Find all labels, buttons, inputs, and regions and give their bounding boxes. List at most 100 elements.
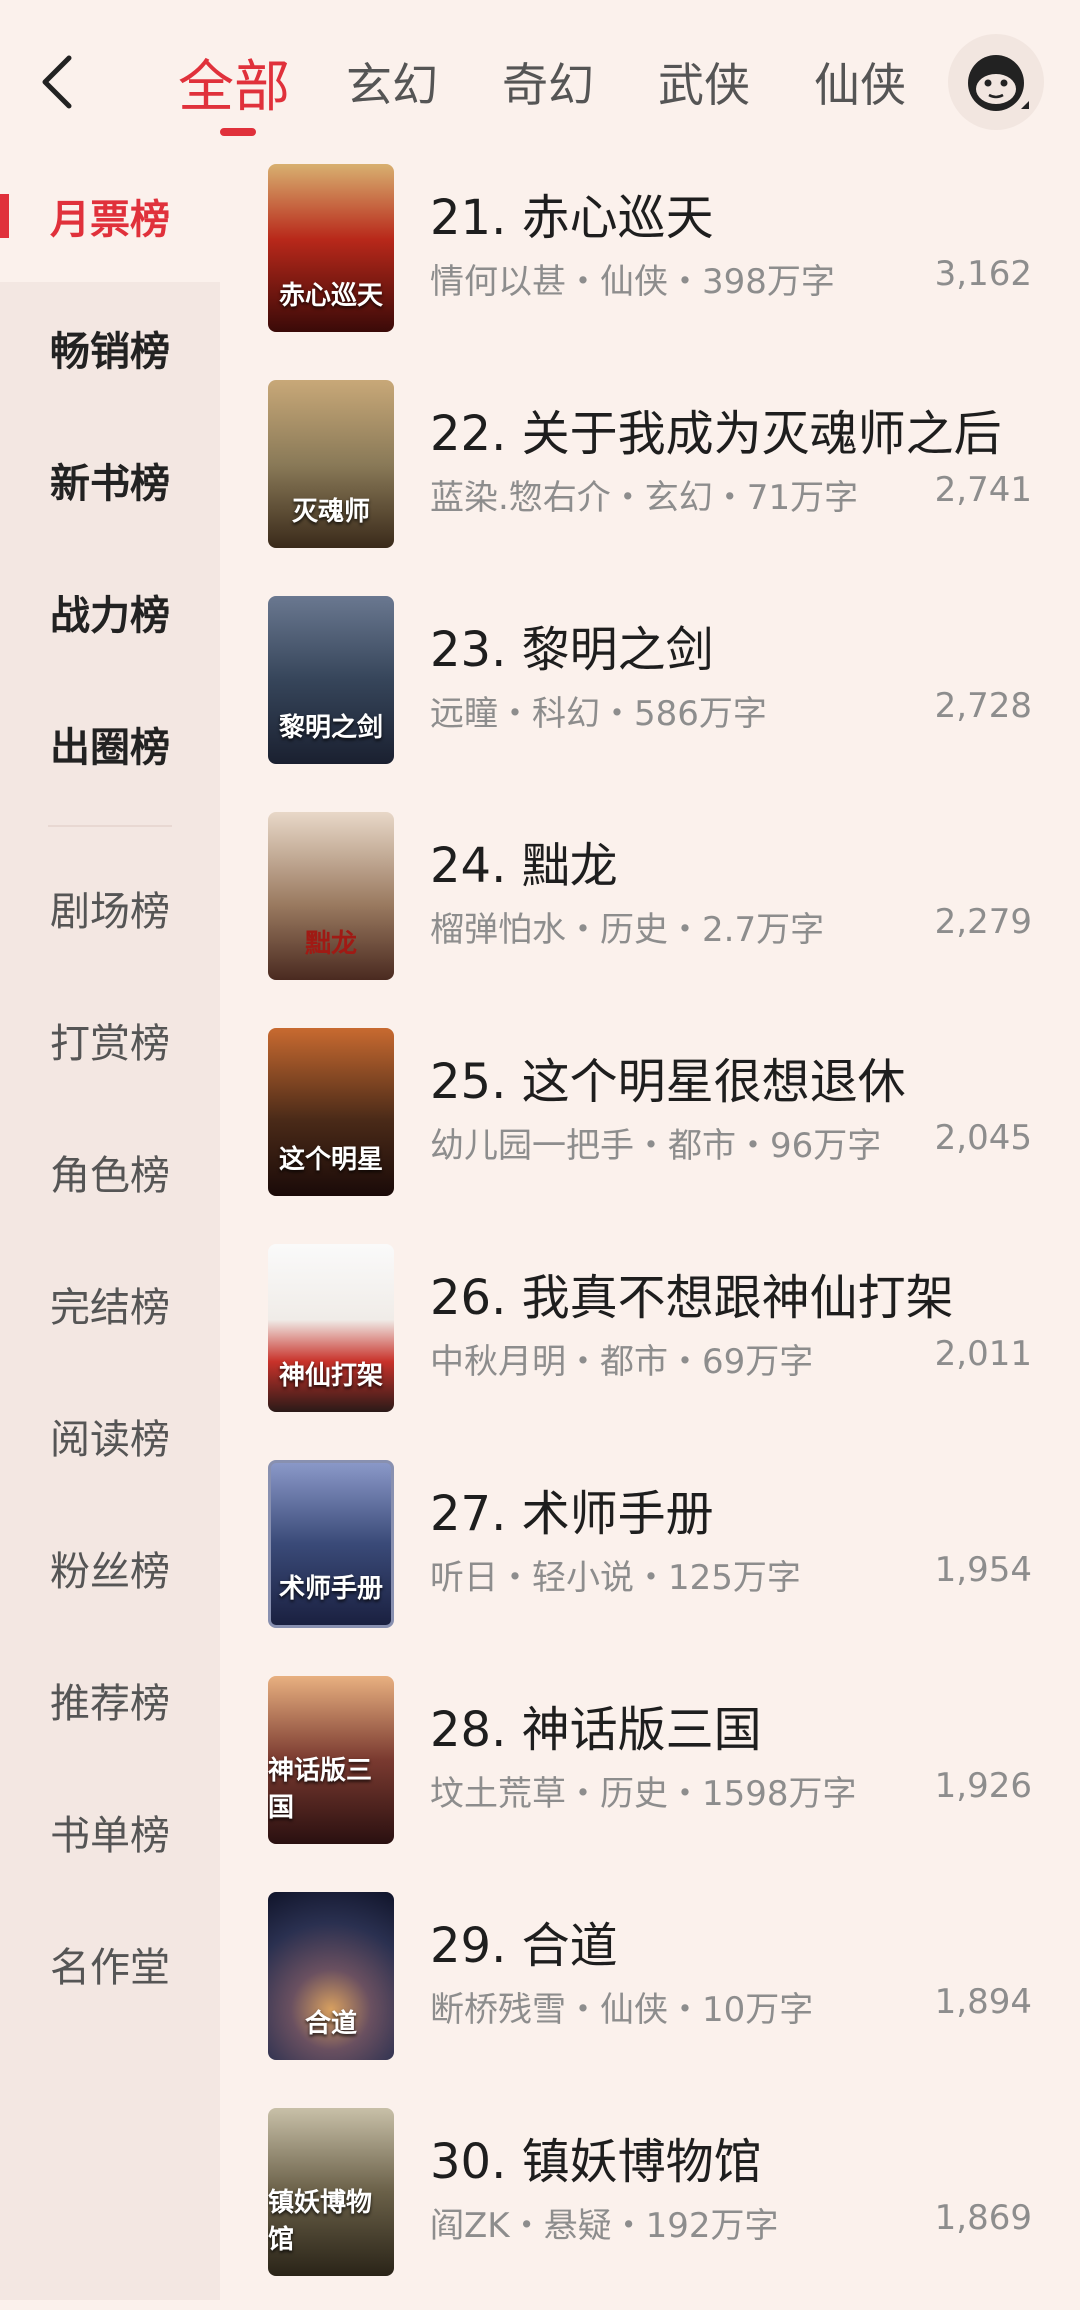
list-item[interactable]: 镇妖博物馆 30. 镇妖博物馆 阎ZK・悬疑・192万字 1,869 [220,2094,1080,2310]
book-title: 23. 黎明之剑 [430,622,714,678]
sidebar-item-label: 粉丝榜 [50,1549,170,1595]
tab-wuxia[interactable]: 武侠 [658,42,750,122]
monkey-face-icon [968,55,1029,111]
sidebar-item-label: 推荐榜 [50,1681,170,1727]
sidebar-item-classics[interactable]: 名作堂 [0,1898,220,2030]
book-cover[interactable]: 神话版三国 [268,1676,394,1844]
sidebar-item-label: 阅读榜 [50,1417,170,1463]
cover-title: 赤心巡天 [278,281,383,311]
vote-count: 1,954 [934,1550,1032,1590]
book-title: 27. 术师手册 [430,1486,714,1542]
sidebar-divider [48,825,172,827]
book-title: 22. 关于我成为灭魂师之后 [430,406,1002,462]
cover-title: 黎明之剑 [278,713,383,743]
book-meta: 断桥残雪・仙侠・10万字 [430,1990,814,2030]
vote-count: 3,162 [934,254,1032,294]
list-item[interactable]: 这个明星 25. 这个明星很想退休 幼儿园一把手・都市・96万字 2,045 [220,1014,1080,1230]
book-title: 30. 镇妖博物馆 [430,2134,762,2190]
sidebar-item-tips[interactable]: 打赏榜 [0,974,220,1106]
cover-title: 神话版三国 [268,1756,373,1823]
vote-count: 2,728 [934,686,1032,726]
sidebar-item-monthly-ticket[interactable]: 月票榜 [0,150,220,282]
book-ranking-list: 赤心巡天 21. 赤心巡天 情何以甚・仙侠・398万字 3,162 灭魂师 22… [220,150,1080,2300]
sidebar-item-label: 角色榜 [50,1153,170,1199]
sidebar-item-recommend[interactable]: 推荐榜 [0,1634,220,1766]
back-button[interactable] [22,42,92,122]
sidebar-item-completed[interactable]: 完结榜 [0,1238,220,1370]
list-item[interactable]: 神话版三国 28. 神话版三国 坟土荒草・历史・1598万字 1,926 [220,1662,1080,1878]
sidebar-item-booklist[interactable]: 书单榜 [0,1766,220,1898]
book-cover[interactable]: 神仙打架 [268,1244,394,1412]
book-cover[interactable]: 黜龙 [268,812,394,980]
list-item[interactable]: 黎明之剑 23. 黎明之剑 远瞳・科幻・586万字 2,728 [220,582,1080,798]
sidebar-item-label: 打赏榜 [50,1021,170,1067]
sidebar-item-bestseller[interactable]: 畅销榜 [0,282,220,414]
sidebar-item-label: 畅销榜 [50,329,170,375]
book-title: 26. 我真不想跟神仙打架 [430,1270,954,1326]
book-meta: 中秋月明・都市・69万字 [430,1342,814,1382]
list-item[interactable]: 术师手册 27. 术师手册 听日・轻小说・125万字 1,954 [220,1446,1080,1662]
cover-title: 黜龙 [304,929,357,959]
vote-count: 2,279 [934,902,1032,942]
sidebar-item-label: 书单榜 [50,1813,170,1859]
tab-all[interactable]: 全部 [178,42,290,122]
book-cover[interactable]: 灭魂师 [268,380,394,548]
sidebar-item-breakout[interactable]: 出圈榜 [0,678,220,810]
sidebar-item-characters[interactable]: 角色榜 [0,1106,220,1238]
book-meta: 远瞳・科幻・586万字 [430,694,767,734]
sidebar-item-new-books[interactable]: 新书榜 [0,414,220,546]
book-meta: 坟土荒草・历史・1598万字 [430,1774,857,1814]
active-tab-indicator [220,128,256,136]
list-item[interactable]: 神仙打架 26. 我真不想跟神仙打架 中秋月明・都市・69万字 2,011 [220,1230,1080,1446]
vote-count: 2,011 [934,1334,1032,1374]
list-item[interactable]: 黜龙 24. 黜龙 榴弹怕水・历史・2.7万字 2,279 [220,798,1080,1014]
tab-qihuan[interactable]: 奇幻 [502,42,594,122]
cover-title: 合道 [304,2009,357,2039]
book-cover[interactable]: 黎明之剑 [268,596,394,764]
sidebar-item-reading[interactable]: 阅读榜 [0,1370,220,1502]
book-cover[interactable]: 镇妖博物馆 [268,2108,394,2276]
sidebar-item-label: 剧场榜 [50,889,170,935]
sidebar-item-theater[interactable]: 剧场榜 [0,842,220,974]
sidebar-item-fans[interactable]: 粉丝榜 [0,1502,220,1634]
sidebar-item-label: 出圈榜 [50,725,170,771]
vote-count: 2,045 [934,1118,1032,1158]
list-item[interactable]: 合道 29. 合道 断桥残雪・仙侠・10万字 1,894 [220,1878,1080,2094]
ranking-sidebar: 月票榜 畅销榜 新书榜 战力榜 出圈榜 剧场榜 打赏榜 角色榜 完结榜 阅读榜 … [0,150,220,2300]
sidebar-item-label: 战力榜 [50,593,170,639]
book-cover[interactable]: 这个明星 [268,1028,394,1196]
vote-count: 1,894 [934,1982,1032,2022]
active-marker [0,194,9,238]
book-meta: 幼儿园一把手・都市・96万字 [430,1126,882,1166]
book-meta: 听日・轻小说・125万字 [430,1558,801,1598]
sidebar-item-power[interactable]: 战力榜 [0,546,220,678]
list-item[interactable]: 灭魂师 22. 关于我成为灭魂师之后 蓝染.惣右介・玄幻・71万字 2,741 [220,366,1080,582]
vote-count: 2,741 [934,470,1032,510]
cover-title: 术师手册 [278,1574,383,1604]
book-meta: 情何以甚・仙侠・398万字 [430,262,835,302]
sidebar-item-label: 新书榜 [50,461,170,507]
book-meta: 阎ZK・悬疑・192万字 [430,2206,779,2246]
vote-count: 1,926 [934,1766,1032,1806]
tab-xianxia[interactable]: 仙侠 [814,42,906,122]
cover-title: 这个明星 [278,1145,383,1175]
book-meta: 蓝染.惣右介・玄幻・71万字 [430,478,859,518]
book-title: 21. 赤心巡天 [430,190,714,246]
book-title: 24. 黜龙 [430,838,618,894]
book-meta: 榴弹怕水・历史・2.7万字 [430,910,825,950]
book-title: 29. 合道 [430,1918,618,1974]
sidebar-item-label: 月票榜 [50,197,170,243]
cover-title: 镇妖博物馆 [268,2188,373,2255]
book-cover[interactable]: 赤心巡天 [268,164,394,332]
list-item[interactable]: 赤心巡天 21. 赤心巡天 情何以甚・仙侠・398万字 3,162 [220,150,1080,366]
book-cover[interactable]: 术师手册 [268,1460,394,1628]
book-title: 25. 这个明星很想退休 [430,1054,906,1110]
book-cover[interactable]: 合道 [268,1892,394,2060]
vote-count: 1,869 [934,2198,1032,2238]
chevron-left-icon [42,55,72,109]
book-title: 28. 神话版三国 [430,1702,762,1758]
tab-xuanhuan[interactable]: 玄幻 [346,42,438,122]
sidebar-item-label: 完结榜 [50,1285,170,1331]
cover-title: 神仙打架 [278,1361,383,1391]
avatar[interactable] [948,34,1044,130]
